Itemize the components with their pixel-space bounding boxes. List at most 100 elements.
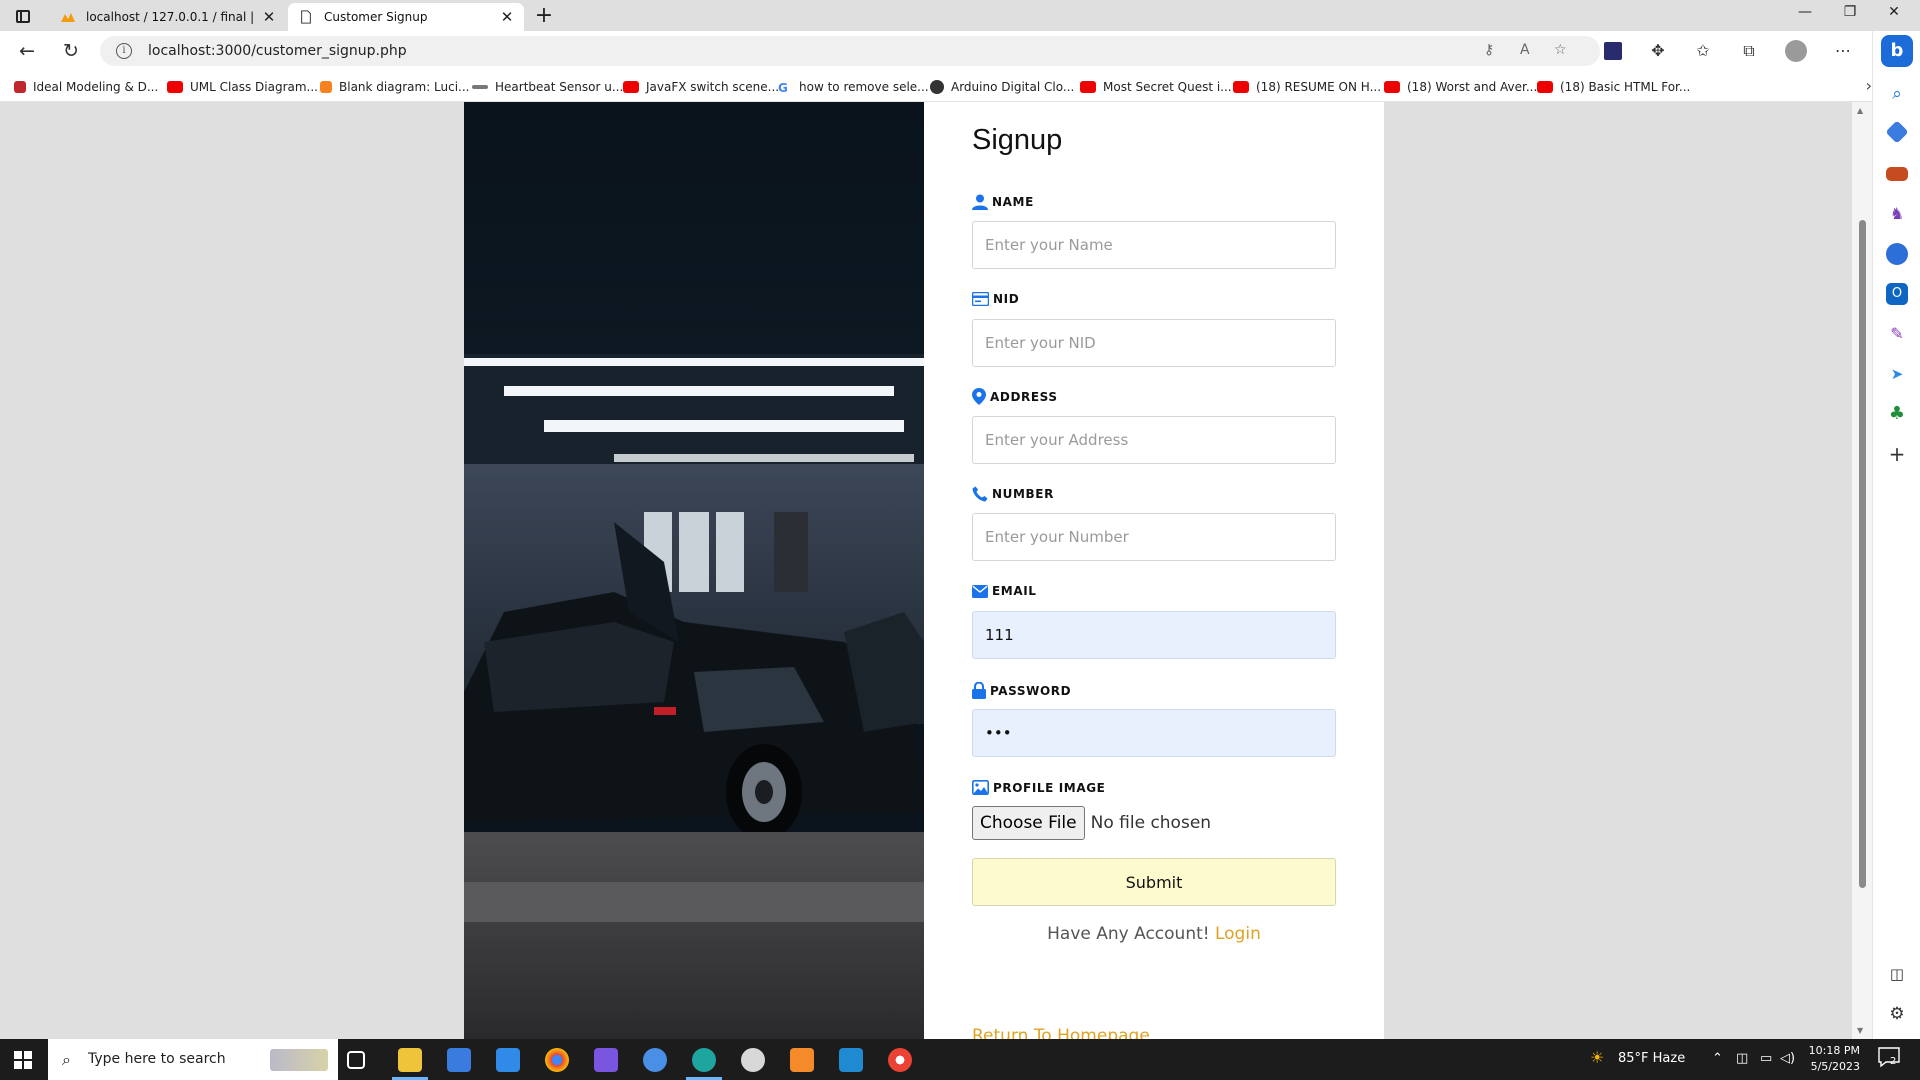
youtube-icon xyxy=(1537,81,1553,93)
close-tab-icon[interactable]: ✕ xyxy=(262,8,276,26)
tab-title: Customer Signup xyxy=(324,10,428,24)
file-explorer-icon[interactable] xyxy=(398,1048,422,1072)
tab-phpmyadmin[interactable]: localhost / 127.0.0.1 / final | php ✕ xyxy=(50,3,286,31)
submit-button[interactable]: Submit xyxy=(972,858,1336,906)
youtube-icon xyxy=(1233,81,1249,93)
bookmark-item[interactable]: Ideal Modeling & D... xyxy=(14,78,158,96)
windows-start-icon[interactable] xyxy=(14,1051,32,1069)
close-tab-icon[interactable]: ✕ xyxy=(500,8,514,26)
tray-app-icon[interactable]: ◫ xyxy=(1736,1051,1748,1066)
network-icon[interactable]: ▭ xyxy=(1760,1051,1772,1066)
bookmark-item[interactable]: Ghow to remove sele... xyxy=(778,78,929,96)
address-bar[interactable]: i localhost:3000/customer_signup.php ⚷ A… xyxy=(100,36,1600,66)
tab-actions-button[interactable] xyxy=(12,6,34,26)
bookmark-label: UML Class Diagram... xyxy=(190,80,318,94)
email-input[interactable] xyxy=(972,611,1336,659)
paint-icon[interactable] xyxy=(741,1048,765,1072)
page-scrollbar[interactable]: ▲ ▼ xyxy=(1852,102,1872,1039)
favorite-star-icon[interactable]: ☆ xyxy=(1554,42,1567,58)
minimize-button[interactable]: — xyxy=(1785,4,1825,20)
search-icon[interactable]: ⌕ xyxy=(1886,83,1908,105)
email-label: EMAIL xyxy=(972,584,1037,598)
nid-label: NID xyxy=(972,292,1019,306)
sidebar-settings-gear-icon[interactable]: ⚙ xyxy=(1886,1003,1908,1025)
profile-avatar[interactable] xyxy=(1785,40,1807,62)
weather-text[interactable]: 85°F Haze xyxy=(1618,1051,1685,1066)
edge-icon[interactable] xyxy=(692,1048,716,1072)
bookmark-item[interactable]: Most Secret Quest i... xyxy=(1080,78,1232,96)
bookmark-item[interactable]: JavaFX switch scene... xyxy=(623,78,779,96)
scroll-down-arrow-icon[interactable]: ▼ xyxy=(1857,1026,1863,1035)
favorites-icon[interactable]: ✩ xyxy=(1692,40,1714,62)
bookmark-favicon-icon xyxy=(472,85,488,89)
games-icon[interactable]: ♞ xyxy=(1886,203,1908,225)
tab-actions-icon xyxy=(16,9,30,23)
address-input[interactable] xyxy=(972,416,1336,464)
designer-icon[interactable]: ✎ xyxy=(1886,323,1908,345)
bookmark-label: Blank diagram: Luci... xyxy=(339,80,470,94)
number-input[interactable] xyxy=(972,513,1336,561)
name-input[interactable] xyxy=(972,221,1336,269)
tools-briefcase-icon[interactable] xyxy=(1886,167,1908,181)
tree-icon[interactable]: ♣ xyxy=(1886,403,1908,425)
tray-expand-chevron-icon[interactable]: ⌃ xyxy=(1712,1051,1723,1066)
url-text: localhost:3000/customer_signup.php xyxy=(148,43,407,59)
bookmark-item[interactable]: Heartbeat Sensor u... xyxy=(472,78,623,96)
youtube-icon xyxy=(1384,81,1400,93)
vscode-icon[interactable] xyxy=(839,1048,863,1072)
return-homepage-link[interactable]: Return To Homepage xyxy=(972,1026,1150,1039)
microsoft-store-icon[interactable] xyxy=(447,1048,471,1072)
notifications-button[interactable]: 2 xyxy=(1878,1047,1904,1071)
page-viewport: Signup NAME NID ADDRESS NUMBER xyxy=(0,102,1852,1039)
choose-file-button[interactable]: Choose File xyxy=(972,806,1085,840)
scrollbar-thumb[interactable] xyxy=(1859,220,1866,888)
shopping-tag-icon[interactable] xyxy=(1885,120,1909,144)
name-label: NAME xyxy=(972,194,1034,210)
key-icon[interactable]: ⚷ xyxy=(1484,42,1494,58)
login-link[interactable]: Login xyxy=(1215,924,1261,944)
bookmark-item[interactable]: Blank diagram: Luci... xyxy=(320,78,470,96)
taskbar-search-box[interactable]: ⌕ Type here to search xyxy=(48,1039,338,1080)
read-aloud-icon[interactable]: A xyxy=(1520,42,1530,58)
microsoft-365-icon[interactable] xyxy=(1886,243,1908,265)
app-icon[interactable] xyxy=(643,1048,667,1072)
extensions-puzzle-icon[interactable]: ✥ xyxy=(1647,40,1669,62)
task-view-icon[interactable] xyxy=(347,1051,365,1069)
add-sidebar-app-icon[interactable]: + xyxy=(1886,443,1908,465)
bookmark-item[interactable]: Arduino Digital Clo... xyxy=(930,78,1074,96)
tab-customer-signup[interactable]: Customer Signup ✕ xyxy=(288,3,524,31)
chrome-icon[interactable] xyxy=(888,1048,912,1072)
bookmark-item[interactable]: UML Class Diagram... xyxy=(167,78,318,96)
send-icon[interactable]: ➤ xyxy=(1886,363,1908,385)
bookmark-label: Most Secret Quest i... xyxy=(1103,80,1232,94)
password-input[interactable] xyxy=(972,709,1336,757)
bookmarks-bar: Ideal Modeling & D... UML Class Diagram.… xyxy=(0,71,1880,102)
new-tab-button[interactable]: + xyxy=(530,3,558,28)
site-info-icon[interactable]: i xyxy=(116,43,132,59)
bookmark-item[interactable]: (18) Basic HTML For... xyxy=(1537,78,1690,96)
chrome-icon[interactable] xyxy=(545,1048,569,1072)
hide-sidebar-icon[interactable]: ◫ xyxy=(1886,963,1908,985)
mail-icon[interactable] xyxy=(496,1048,520,1072)
collections-icon[interactable]: ⧉ xyxy=(1738,40,1760,62)
bing-copilot-icon[interactable]: b xyxy=(1881,35,1913,67)
xampp-icon[interactable] xyxy=(790,1048,814,1072)
close-window-button[interactable]: ✕ xyxy=(1874,4,1914,20)
outlook-icon[interactable]: O xyxy=(1886,283,1908,305)
tab-title: localhost / 127.0.0.1 / final | php xyxy=(86,10,256,24)
profile-image-file-input: Choose File No file chosen xyxy=(972,806,1211,840)
restore-button[interactable]: ❐ xyxy=(1830,4,1870,20)
bookmark-item[interactable]: (18) Worst and Aver... xyxy=(1384,78,1537,96)
bookmark-label: Heartbeat Sensor u... xyxy=(495,80,624,94)
extension-icon[interactable] xyxy=(1604,42,1622,60)
app-icon[interactable] xyxy=(594,1048,618,1072)
more-menu-icon[interactable]: ⋯ xyxy=(1832,40,1854,62)
system-clock[interactable]: 10:18 PM 5/5/2023 xyxy=(1790,1043,1860,1075)
nid-input[interactable] xyxy=(972,319,1336,367)
scroll-up-arrow-icon[interactable]: ▲ xyxy=(1857,106,1863,115)
back-button[interactable]: ← xyxy=(14,39,40,63)
refresh-button[interactable]: ↻ xyxy=(58,39,84,63)
phone-icon xyxy=(972,486,988,502)
password-label: PASSWORD xyxy=(972,682,1071,699)
bookmark-item[interactable]: (18) RESUME ON H... xyxy=(1233,78,1381,96)
